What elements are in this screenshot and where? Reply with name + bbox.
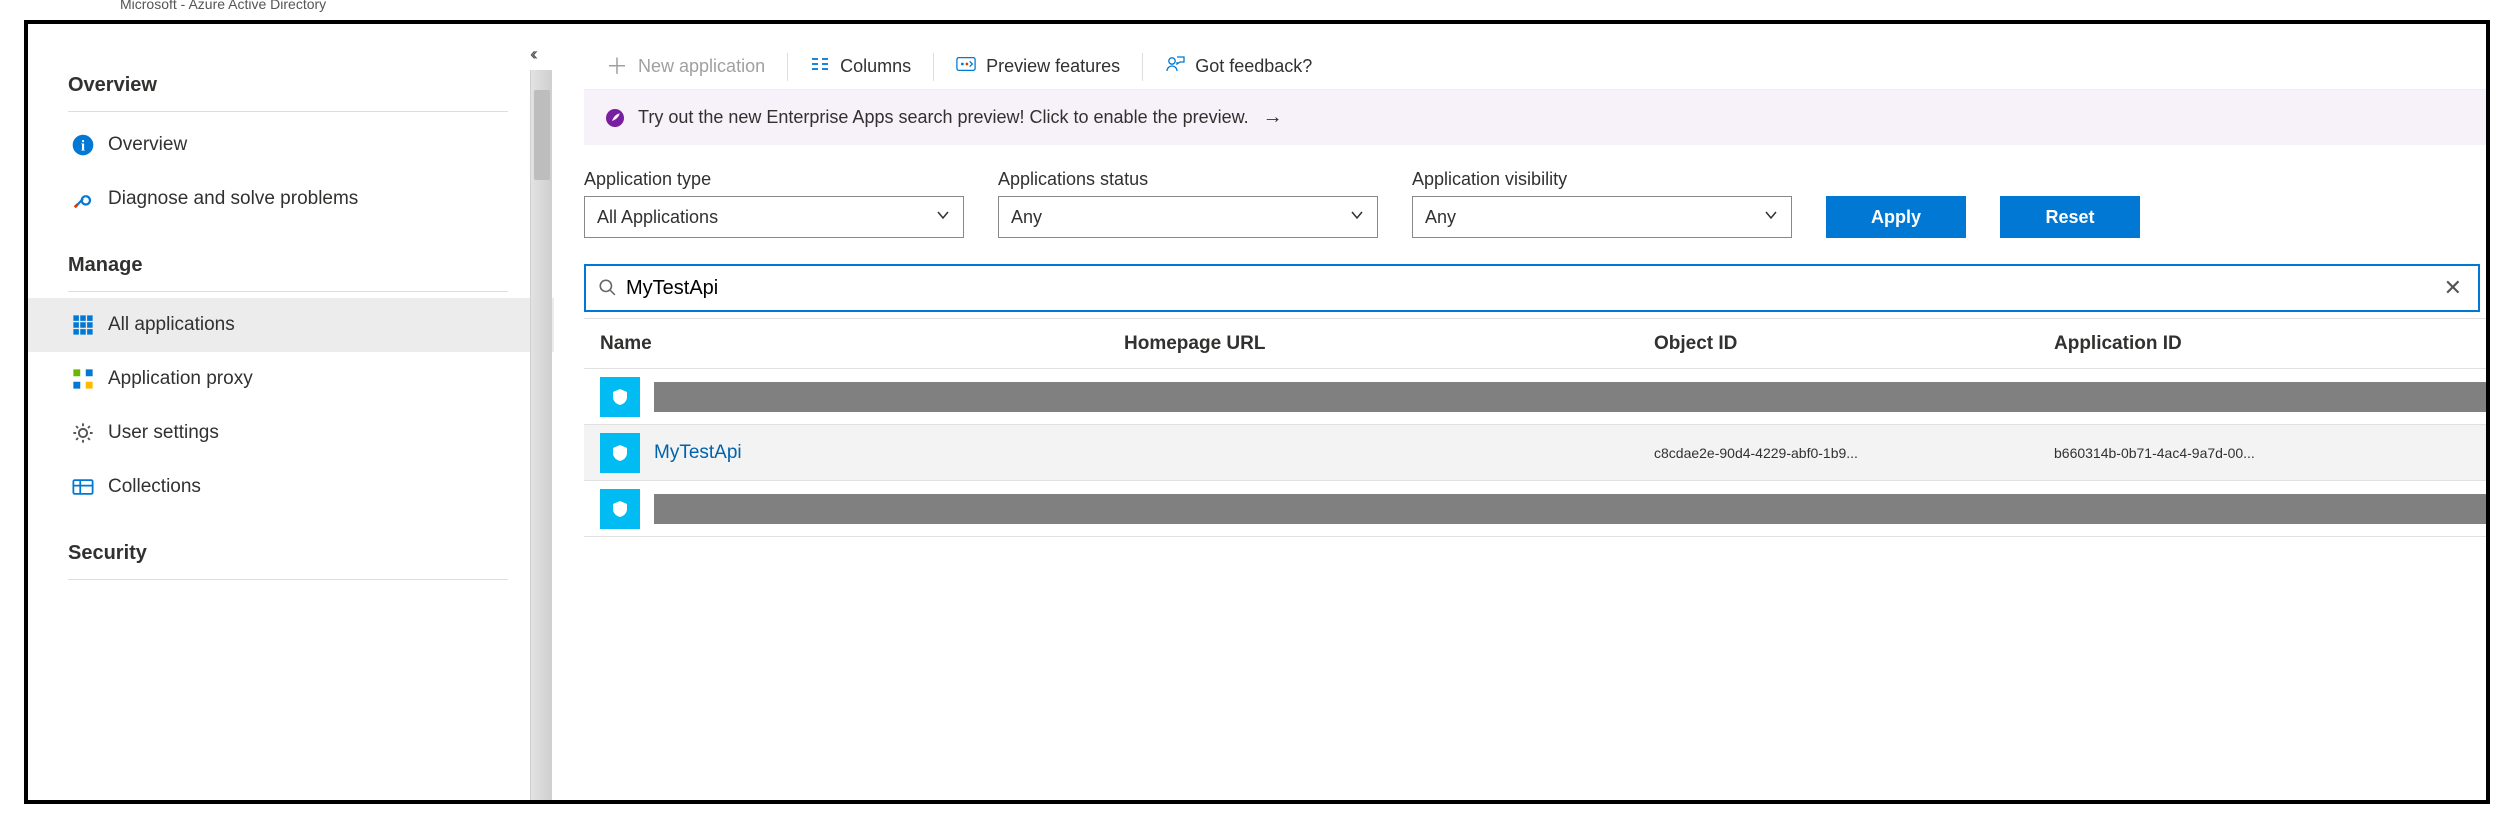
sidebar-item-application-proxy[interactable]: Application proxy: [68, 352, 548, 406]
sidebar-item-label: Collections: [108, 476, 201, 498]
search-input-wrapper[interactable]: ✕: [584, 264, 2480, 312]
divider: [68, 111, 508, 112]
search-input[interactable]: [616, 276, 2436, 301]
columns-button[interactable]: Columns: [788, 44, 933, 89]
gear-icon: [72, 422, 94, 444]
sidebar-section-manage: Manage: [68, 244, 548, 291]
sidebar-item-all-applications[interactable]: All applications: [28, 298, 554, 352]
application-visibility-select[interactable]: Any: [1412, 196, 1792, 238]
column-object-id[interactable]: Object ID: [1654, 333, 2054, 355]
apply-button[interactable]: Apply: [1826, 196, 1966, 238]
reset-button[interactable]: Reset: [2000, 196, 2140, 238]
preview-icon: [956, 54, 976, 79]
cmd-label: Got feedback?: [1195, 56, 1312, 77]
cmd-label: Columns: [840, 56, 911, 77]
search-icon: [598, 278, 616, 299]
chevron-down-icon: [1763, 207, 1779, 228]
sidebar-item-overview[interactable]: i Overview: [68, 118, 548, 172]
sidebar-item-collections[interactable]: Collections: [68, 460, 548, 514]
sidebar-item-diagnose[interactable]: Diagnose and solve problems: [68, 172, 548, 226]
feedback-button[interactable]: Got feedback?: [1143, 44, 1334, 89]
table-row[interactable]: MyTestApi c8cdae2e-90d4-4229-abf0-1b9...…: [584, 425, 2486, 481]
divider: [68, 579, 508, 580]
table-row[interactable]: [584, 369, 2486, 425]
sidebar-item-label: User settings: [108, 422, 219, 444]
rocket-icon: [606, 109, 624, 127]
preview-banner[interactable]: Try out the new Enterprise Apps search p…: [584, 90, 2486, 145]
sidebar-section-overview: Overview: [68, 64, 548, 111]
select-value: Any: [1011, 207, 1042, 228]
cell-application-id: b660314b-0b71-4ac4-9a7d-00...: [2054, 445, 2486, 461]
columns-icon: [810, 54, 830, 79]
sidebar-scroll-thumb[interactable]: [534, 90, 550, 180]
svg-text:i: i: [81, 139, 85, 155]
collections-icon: [72, 476, 94, 498]
feedback-icon: [1165, 54, 1185, 79]
cmd-label: Preview features: [986, 56, 1120, 77]
sidebar-section-security: Security: [68, 532, 548, 579]
grid-icon: [72, 314, 94, 336]
preview-features-button[interactable]: Preview features: [934, 44, 1142, 89]
cell-object-id: c8cdae2e-90d4-4229-abf0-1b9...: [1654, 445, 2054, 461]
sidebar-item-user-settings[interactable]: User settings: [68, 406, 548, 460]
application-type-select[interactable]: All Applications: [584, 196, 964, 238]
table-header: Name Homepage URL Object ID Application …: [584, 319, 2486, 369]
banner-text: Try out the new Enterprise Apps search p…: [638, 107, 1249, 128]
content-frame: ‹‹ Overview i Overview Diagnose an: [24, 20, 2490, 804]
cmd-label: New application: [638, 56, 765, 77]
applications-status-select[interactable]: Any: [998, 196, 1378, 238]
applications-table: Name Homepage URL Object ID Application …: [584, 318, 2486, 537]
select-value: All Applications: [597, 207, 718, 228]
sidebar-item-label: Overview: [108, 134, 187, 156]
column-name[interactable]: Name: [584, 333, 1124, 355]
table-row[interactable]: [584, 481, 2486, 537]
column-homepage[interactable]: Homepage URL: [1124, 333, 1654, 355]
filter-label-type: Application type: [584, 169, 964, 190]
app-icon: [600, 377, 640, 417]
app-name-link[interactable]: MyTestApi: [654, 442, 742, 463]
filter-label-status: Applications status: [998, 169, 1378, 190]
select-value: Any: [1425, 207, 1456, 228]
sidebar: ‹‹ Overview i Overview Diagnose an: [28, 24, 548, 800]
clear-search-button[interactable]: ✕: [2436, 275, 2470, 301]
app-icon: [600, 433, 640, 473]
sidebar-item-label: All applications: [108, 314, 235, 336]
sidebar-item-label: Application proxy: [108, 368, 253, 390]
proxy-icon: [72, 368, 94, 390]
new-application-button[interactable]: ＋ New application: [584, 44, 787, 89]
breadcrumb: Microsoft - Azure Active Directory: [120, 0, 326, 12]
arrow-right-icon: →: [1263, 106, 1283, 129]
chevron-down-icon: [1349, 207, 1365, 228]
sidebar-item-label: Diagnose and solve problems: [108, 188, 358, 210]
plus-icon: ＋: [606, 56, 628, 78]
app-icon: [600, 489, 640, 529]
divider: [68, 291, 508, 292]
column-application-id[interactable]: Application ID: [2054, 333, 2486, 355]
wrench-icon: [72, 188, 94, 210]
chevron-down-icon: [935, 207, 951, 228]
main-panel: ＋ New application Columns Preview featur…: [548, 24, 2486, 800]
filter-row: Application type All Applications Applic…: [584, 145, 2486, 246]
info-icon: i: [72, 134, 94, 156]
redacted-content: [654, 494, 2486, 524]
command-bar: ＋ New application Columns Preview featur…: [584, 44, 2486, 90]
sidebar-scrollbar[interactable]: [530, 70, 552, 800]
redacted-content: [654, 382, 2486, 412]
filter-label-visibility: Application visibility: [1412, 169, 1792, 190]
